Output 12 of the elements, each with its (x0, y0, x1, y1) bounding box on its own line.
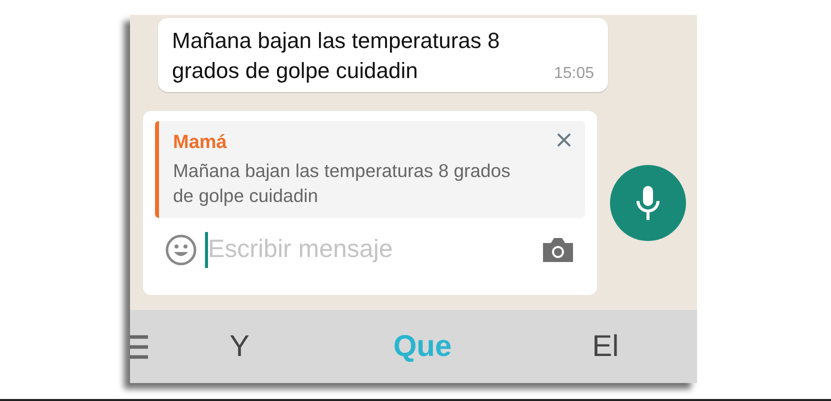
menu-icon[interactable] (130, 334, 148, 360)
emoji-icon[interactable] (165, 234, 197, 266)
message-text: Mañana bajan las temperaturas 8 grados de golpe cuidadin (172, 27, 501, 85)
camera-icon[interactable] (541, 236, 575, 264)
close-icon[interactable] (557, 133, 571, 147)
message-time: 15:05 (554, 64, 594, 84)
message-input[interactable]: Escribir mensaje (205, 231, 541, 269)
suggestion-word[interactable]: El (592, 324, 619, 369)
reply-text: Mañana bajan las temperaturas 8 grados de golpe cuidadin (173, 158, 512, 208)
microphone-icon (635, 185, 661, 221)
suggestion-word[interactable]: Y (229, 324, 250, 369)
reply-sender: Mamá (173, 131, 228, 155)
